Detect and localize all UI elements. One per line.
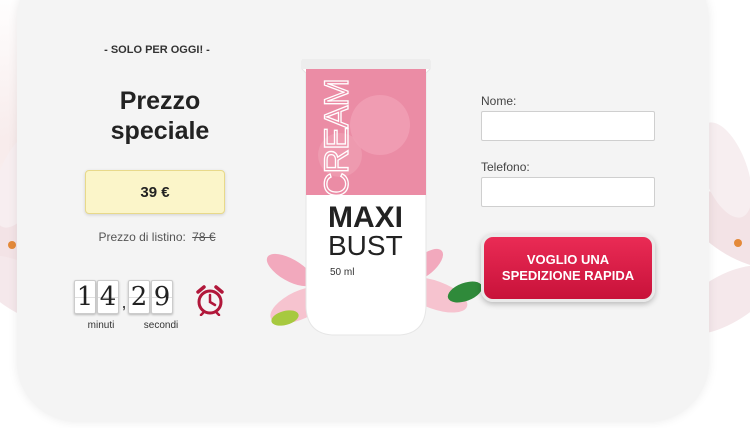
seconds-label: secondi — [143, 320, 179, 331]
product-volume: 50 ml — [330, 267, 354, 278]
product-word-bust: BUST — [328, 230, 403, 261]
list-price-value: 78 € — [192, 230, 216, 244]
minutes-label: minuti — [87, 320, 115, 331]
name-input[interactable] — [481, 111, 655, 141]
minutes-digit-1: 1 — [74, 280, 96, 314]
special-price-title: Prezzo speciale — [110, 87, 210, 145]
alarm-clock-icon — [196, 285, 224, 316]
fast-shipping-submit-button[interactable]: VOGLIO UNA SPEDIZIONE RAPIDA — [481, 234, 655, 302]
countdown-timer: 1 4 , 2 9 — [74, 280, 174, 314]
seconds-digit-2: 9 — [151, 280, 173, 314]
list-price-label: Prezzo di listino: — [98, 230, 186, 244]
phone-label: Telefono: — [481, 160, 530, 174]
timer-separator: , — [121, 292, 127, 312]
today-only-badge: - SOLO PER OGGI! - — [104, 44, 210, 56]
list-price: Prezzo di listino: 78 € — [82, 230, 232, 244]
seconds-digit-1: 2 — [128, 280, 150, 314]
product-word-cream: CREAM — [318, 79, 356, 197]
minutes-digit-2: 4 — [97, 280, 119, 314]
price-box: 39 € — [85, 170, 225, 214]
price-value: 39 € — [140, 183, 170, 201]
product-tube-image: CREAM MAXI BUST 50 ml — [266, 59, 483, 336]
name-label: Nome: — [481, 94, 517, 108]
phone-input[interactable] — [481, 177, 655, 207]
